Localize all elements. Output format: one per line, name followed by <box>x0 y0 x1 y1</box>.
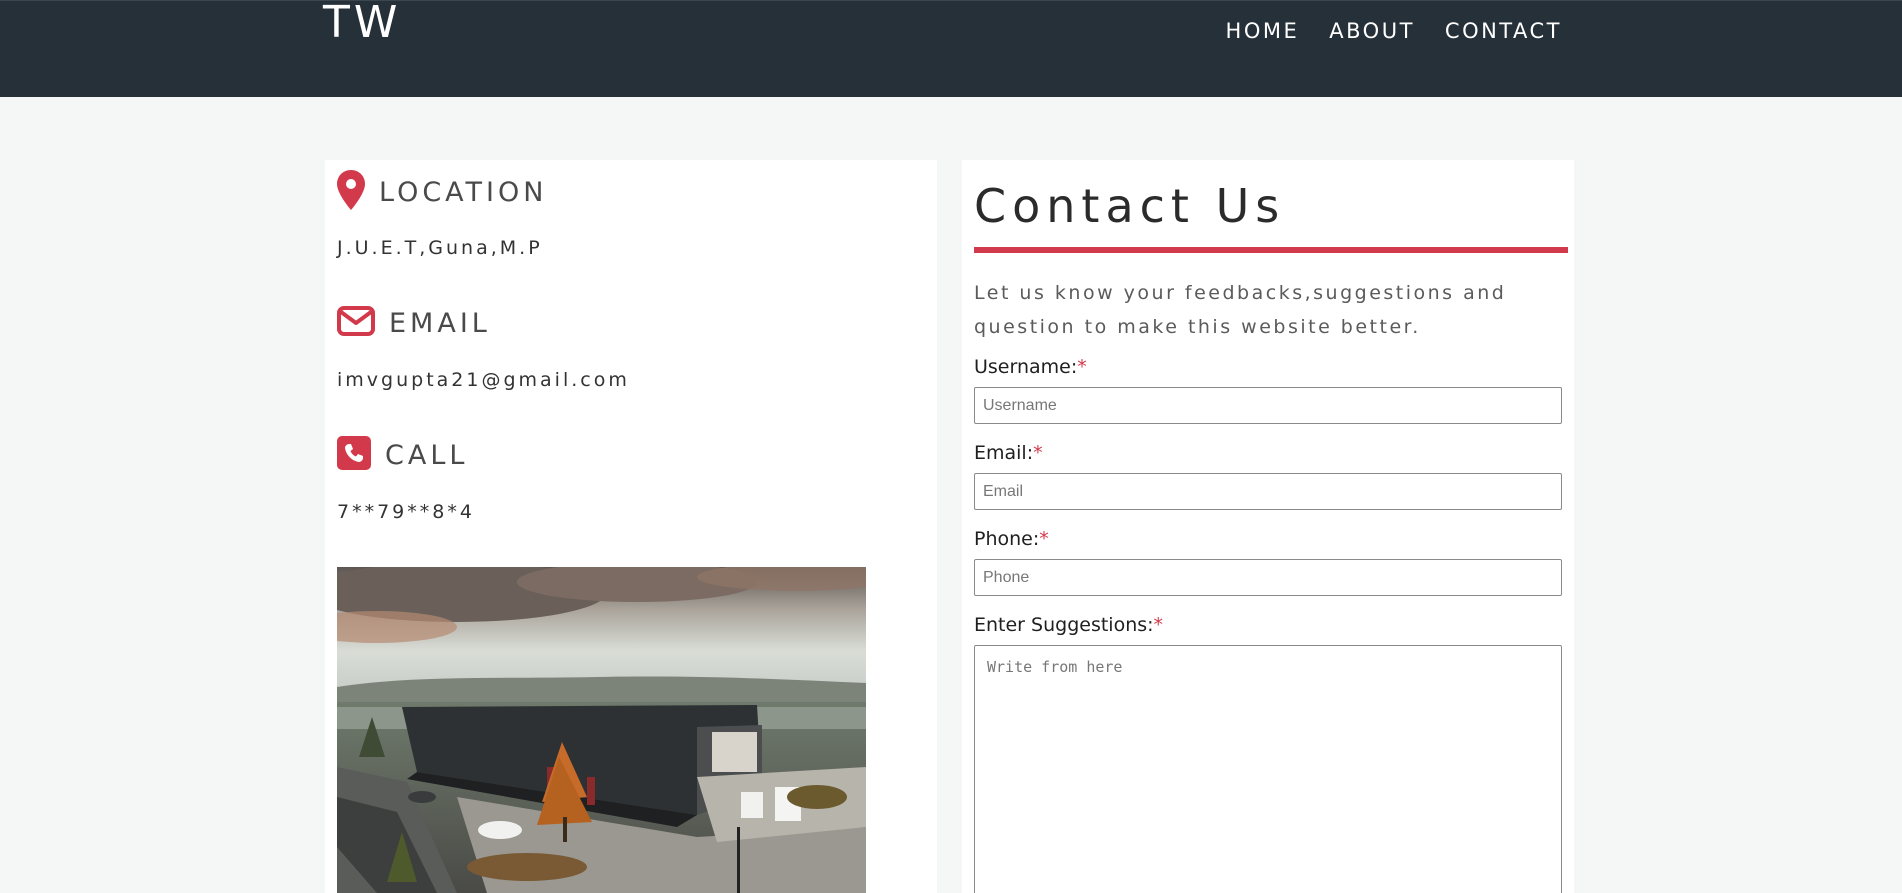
phone-label: Phone:* <box>974 528 1049 550</box>
nav-link-contact[interactable]: CONTACT <box>1445 19 1562 43</box>
nav-link-about[interactable]: ABOUT <box>1329 19 1415 43</box>
navbar: TW HOME ABOUT CONTACT <box>0 0 1902 97</box>
title-underline <box>974 247 1568 253</box>
email-label: Email:* <box>974 442 1043 464</box>
username-input[interactable] <box>974 387 1562 424</box>
required-mark: * <box>1039 528 1049 550</box>
required-mark: * <box>1033 442 1043 464</box>
map-marker-icon <box>337 170 365 214</box>
required-mark: * <box>1153 614 1164 636</box>
required-mark: * <box>1077 356 1087 378</box>
location-title: LOCATION <box>379 176 548 208</box>
nav-links: HOME ABOUT CONTACT <box>1226 19 1562 43</box>
suggestions-textarea[interactable] <box>974 645 1562 893</box>
email-heading: EMAIL <box>337 306 491 340</box>
suggestions-label-text: Enter Suggestions: <box>974 614 1154 636</box>
form-description: Let us know your feedbacks,suggestions a… <box>974 282 1507 338</box>
call-value[interactable]: 7**79**8*4 <box>337 501 475 523</box>
phone-input[interactable] <box>974 559 1562 596</box>
call-title: CALL <box>385 439 469 471</box>
form-title: Contact Us <box>974 179 1286 233</box>
phone-label-text: Phone: <box>974 528 1040 550</box>
username-label: Username:* <box>974 356 1087 378</box>
contact-form-card: Contact Us Let us know your feedbacks,su… <box>962 160 1574 893</box>
suggestions-label: Enter Suggestions:* <box>974 614 1163 636</box>
brand-logo[interactable]: TW <box>323 0 401 50</box>
envelope-icon <box>337 306 375 340</box>
email-value[interactable]: imvgupta21@gmail.com <box>337 369 630 391</box>
email-label-text: Email: <box>974 442 1034 464</box>
phone-square-icon <box>337 436 371 474</box>
location-heading: LOCATION <box>337 170 547 214</box>
nav-link-home[interactable]: HOME <box>1226 19 1300 43</box>
location-value: J.U.E.T,Guna,M.P <box>337 237 543 259</box>
email-title: EMAIL <box>389 307 491 339</box>
page: TW HOME ABOUT CONTACT LOCATION J.U.E.T,G… <box>0 0 1902 893</box>
email-input[interactable] <box>974 473 1562 510</box>
call-heading: CALL <box>337 436 468 474</box>
contact-info-card: LOCATION J.U.E.T,Guna,M.P EMAIL imvgupta… <box>325 160 937 893</box>
building-photo <box>337 567 866 893</box>
username-label-text: Username: <box>974 356 1078 378</box>
